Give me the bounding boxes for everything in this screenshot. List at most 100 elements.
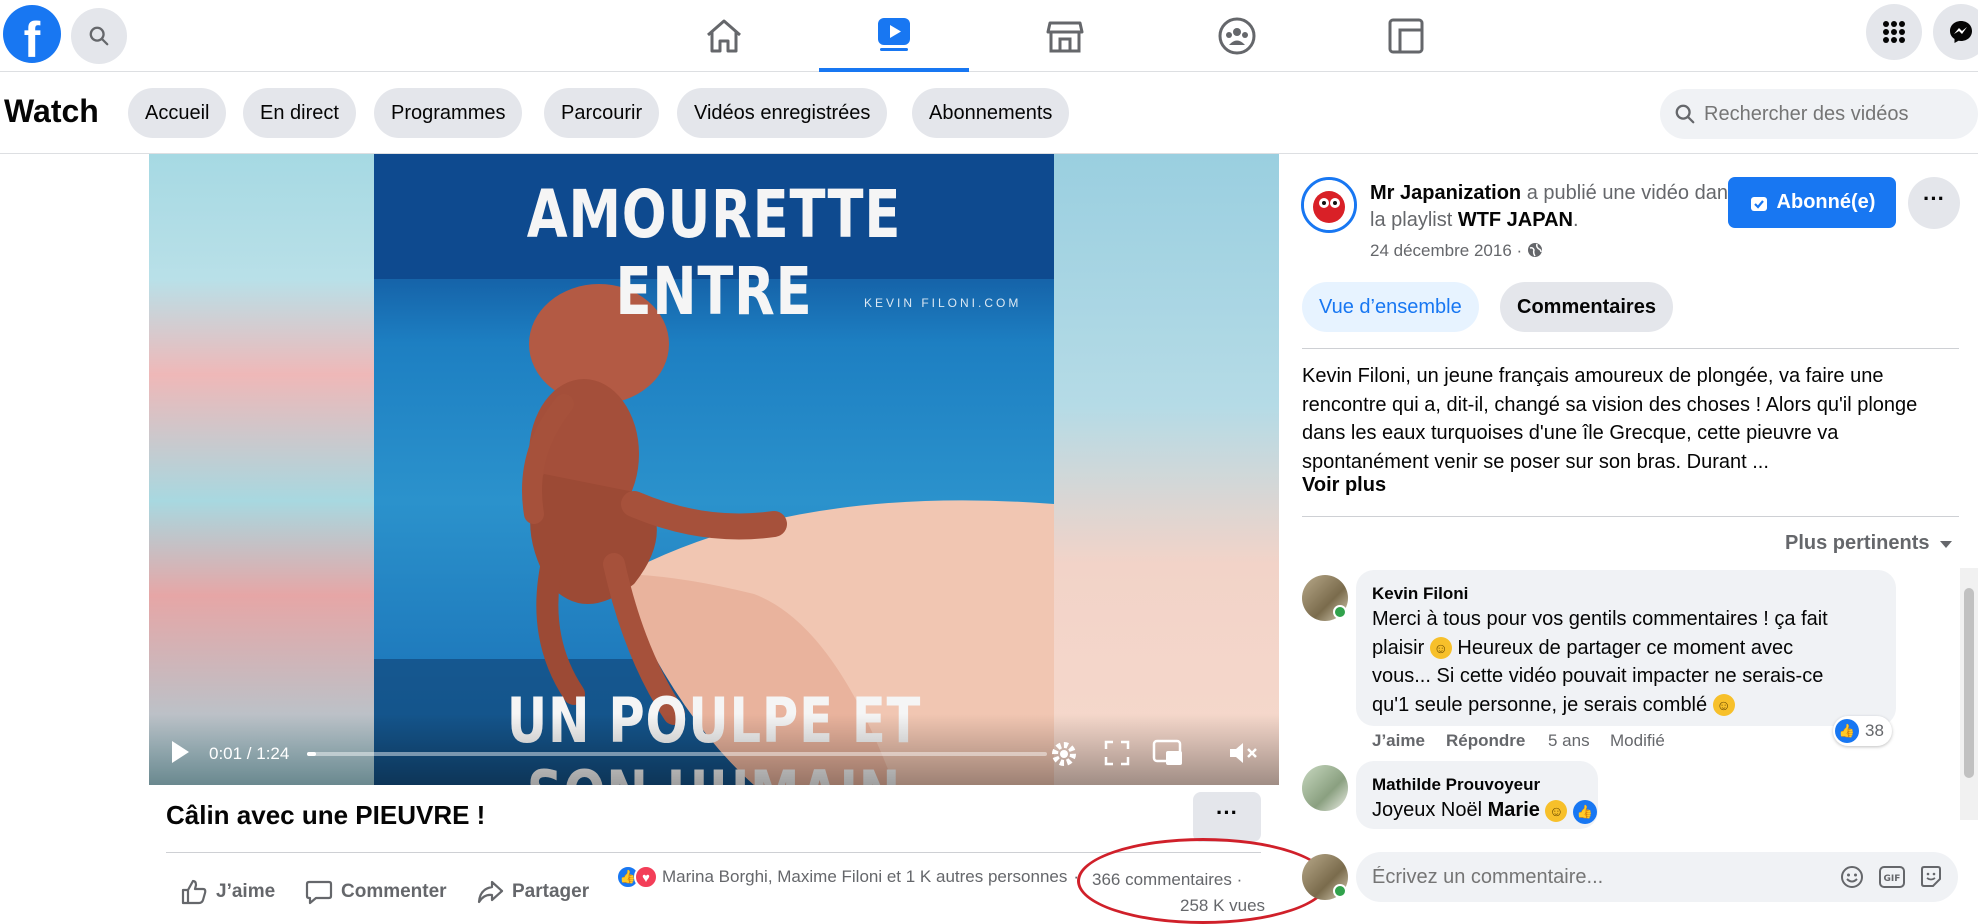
tab-en-direct[interactable]: En direct <box>243 88 356 138</box>
nav-tab-marketplace[interactable] <box>990 0 1140 72</box>
facebook-logo[interactable]: f <box>3 5 61 63</box>
share-button[interactable]: Partager <box>476 874 589 910</box>
online-indicator <box>1333 884 1347 898</box>
page-title: Watch <box>4 93 99 129</box>
tab-commentaires[interactable]: Commentaires <box>1500 282 1673 332</box>
video-more-button[interactable]: ··· <box>1193 792 1261 842</box>
search-input[interactable] <box>1704 89 1974 139</box>
watch-icon <box>878 18 910 51</box>
smile-emoji-icon: ☺ <box>1429 637 1452 660</box>
video-blur-right <box>1054 154 1279 785</box>
comment-text: Merci à tous pour vos gentils commentair… <box>1372 605 1892 719</box>
comment-label: Commenter <box>341 881 447 902</box>
page-avatar[interactable] <box>1301 177 1357 233</box>
see-more-link[interactable]: Voir plus <box>1302 474 1386 497</box>
divider <box>166 852 1261 853</box>
comment-line: plaisir ☺ Heureux de partager ce moment … <box>1372 634 1892 663</box>
comment-reply-link[interactable]: Répondre <box>1446 731 1525 751</box>
comment-fragment: Joyeux Noël <box>1372 799 1483 821</box>
tab-accueil[interactable]: Accueil <box>128 88 227 138</box>
comment-button[interactable]: Commenter <box>305 874 447 910</box>
video-player[interactable]: AMOURETTE ENTRE KEVIN FILONI.COM UN POUL… <box>149 154 1279 785</box>
logo-letter: f <box>23 12 41 63</box>
post-options-button[interactable]: ··· <box>1908 177 1960 229</box>
comment-author[interactable]: Kevin Filoni <box>1372 584 1468 604</box>
comment-text: Joyeux Noël Marie ☺ 👍 <box>1372 796 1597 825</box>
menu-button[interactable] <box>1866 4 1922 60</box>
settings-icon[interactable] <box>1049 739 1079 769</box>
svg-text:GIF: GIF <box>1884 874 1901 884</box>
tab-videos-enregistrees[interactable]: Vidéos enregistrées <box>677 88 888 138</box>
comment-author[interactable]: Mathilde Prouvoyeur <box>1372 775 1540 795</box>
video-progress-bar[interactable] <box>307 752 1047 756</box>
search-button[interactable] <box>71 8 127 64</box>
commenter-avatar[interactable] <box>1302 765 1348 811</box>
nav-tab-home[interactable] <box>649 0 799 72</box>
picture-in-picture-icon[interactable] <box>1152 739 1184 767</box>
nav-tab-gaming[interactable] <box>1331 0 1481 72</box>
grid-menu-icon <box>1883 21 1905 43</box>
video-frame: AMOURETTE ENTRE KEVIN FILONI.COM UN POUL… <box>374 154 1054 785</box>
gaming-icon <box>1388 18 1424 54</box>
fullscreen-icon[interactable] <box>1104 740 1130 766</box>
post-date[interactable]: 24 décembre 2016 · <box>1370 241 1543 261</box>
caret-down-icon <box>1940 541 1953 548</box>
play-icon[interactable] <box>169 739 191 765</box>
comment-mention[interactable]: Marie <box>1488 799 1540 821</box>
search-icon <box>1675 104 1695 124</box>
comment-line: vous... Si cette vidéo pouvait impacter … <box>1372 665 1824 687</box>
share-icon <box>477 880 504 904</box>
like-label: J’aime <box>216 881 276 902</box>
like-reaction-icon: 👍 <box>1835 719 1859 743</box>
nav-tab-watch[interactable] <box>819 0 969 72</box>
home-icon <box>707 19 741 53</box>
video-search[interactable] <box>1660 89 1978 139</box>
subscribed-button[interactable]: Abonné(e) <box>1728 177 1896 228</box>
sticker-icon[interactable] <box>1919 865 1943 889</box>
comment-fragment: plaisir <box>1372 636 1425 659</box>
video-time: 0:01 / 1:24 <box>209 744 290 763</box>
comment-fragment: Heureux de partager ce moment avec <box>1457 636 1794 659</box>
mute-icon[interactable] <box>1227 739 1259 767</box>
share-label: Partager <box>512 881 590 902</box>
comment-fragment: qu'1 seule personne, je serais comblé <box>1372 693 1708 716</box>
comment-edited: Modifié <box>1610 731 1665 750</box>
post-description: Kevin Filoni, un jeune français amoureux… <box>1302 365 1918 473</box>
tab-abonnements[interactable]: Abonnements <box>912 88 1070 138</box>
messenger-button[interactable] <box>1933 4 1978 60</box>
tab-vue-densemble[interactable]: Vue d’ensemble <box>1302 282 1479 332</box>
like-button[interactable]: J’aime <box>180 874 275 910</box>
messenger-icon <box>1950 21 1972 43</box>
like-reaction-icon: 👍 <box>1573 800 1597 825</box>
comment-sort-dropdown[interactable]: Plus pertinents <box>1785 532 1953 555</box>
reactions-summary[interactable]: 👍 ♥ Marina Borghi, Maxime Filoni et 1 K … <box>616 865 1079 889</box>
comment-like-label: J’aime <box>1372 731 1425 750</box>
comment-like-count: 38 <box>1865 721 1884 740</box>
playlist-link[interactable]: WTF JAPAN <box>1458 209 1573 231</box>
comment-composer[interactable]: GIF <box>1356 852 1958 902</box>
marketplace-icon <box>1046 21 1084 53</box>
comment-age[interactable]: 5 ans <box>1548 731 1590 751</box>
reactions-text: Marina Borghi, Maxime Filoni et 1 K autr… <box>662 867 1068 886</box>
subscribed-icon <box>1750 196 1767 211</box>
page-name[interactable]: Mr Japanization <box>1370 182 1521 204</box>
tab-programmes[interactable]: Programmes <box>374 88 523 138</box>
online-indicator <box>1333 605 1347 619</box>
comment-like-link[interactable]: J’aime <box>1372 731 1425 751</box>
nav-tab-groups[interactable] <box>1162 0 1312 72</box>
emoji-icon[interactable] <box>1840 865 1864 889</box>
globe-icon <box>1527 243 1542 257</box>
tab-parcourir[interactable]: Parcourir <box>544 88 660 138</box>
gif-icon[interactable]: GIF <box>1879 865 1905 889</box>
video-title: Câlin avec une PIEUVRE ! <box>166 800 486 830</box>
comment-input[interactable] <box>1372 852 1812 902</box>
comment-reply-label: Répondre <box>1446 731 1526 750</box>
comments-scrollbar[interactable] <box>1960 568 1978 820</box>
divider <box>1302 516 1959 517</box>
smile-emoji-icon: ☺ <box>1712 694 1735 717</box>
comment-line: Merci à tous pour vos gentils commentair… <box>1372 608 1828 630</box>
scrollbar-thumb[interactable] <box>1964 588 1974 778</box>
video-progress-fill <box>307 752 316 756</box>
search-icon <box>89 26 109 46</box>
comment-like-badge[interactable]: 👍 38 <box>1833 716 1892 746</box>
